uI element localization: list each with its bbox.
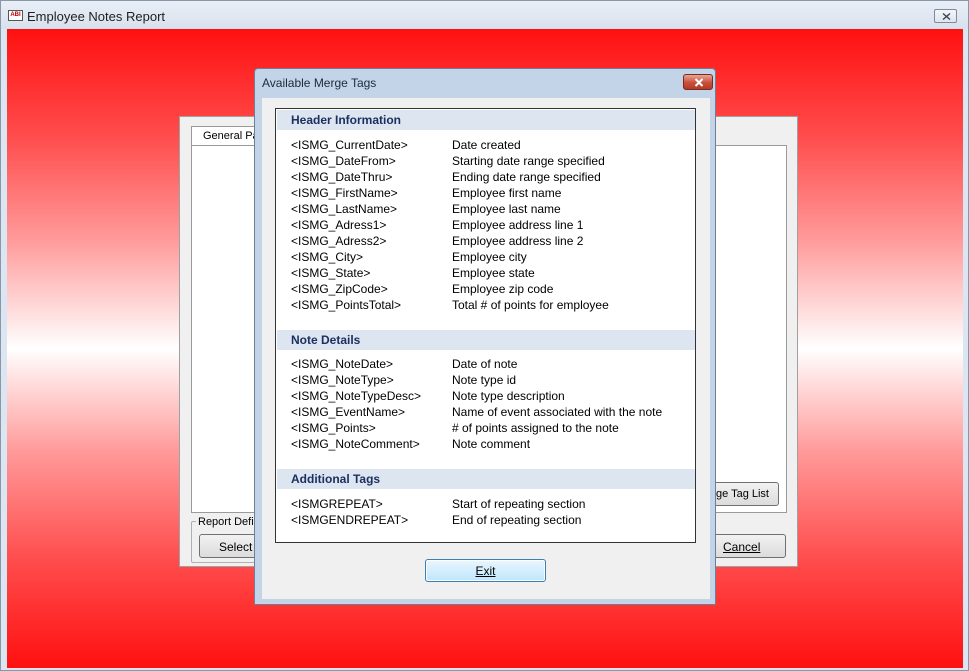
tag-description: Total # of points for employee (452, 298, 609, 312)
close-icon (942, 13, 951, 20)
tag-description: Note comment (452, 437, 531, 451)
section-header-information: Header Information (277, 110, 695, 130)
tag-description: # of points assigned to the note (452, 421, 619, 435)
tag-row: <ISMG_PointsTotal> Total # of points for … (291, 298, 691, 314)
tag-name: <ISMG_NoteTypeDesc> (291, 389, 422, 403)
tag-description: Employee last name (452, 202, 561, 216)
tag-description: Start of repeating section (452, 497, 586, 511)
tag-name: <ISMG_CurrentDate> (291, 138, 408, 152)
app-logo-icon: ABI (8, 10, 23, 21)
tag-description: Employee zip code (452, 282, 554, 296)
tag-name: <ISMG_DateThru> (291, 170, 393, 184)
tag-description: Employee first name (452, 186, 562, 200)
report-definition-label: Report Defin (196, 516, 256, 528)
close-icon (694, 78, 704, 87)
tag-row: <ISMG_LastName> Employee last name (291, 202, 691, 218)
tag-name: <ISMG_ZipCode> (291, 282, 388, 296)
tag-description: Note type id (452, 373, 517, 387)
tag-row: <ISMG_NoteTypeDesc> Note type description (291, 389, 691, 405)
tag-name: <ISMG_Adress1> (291, 218, 387, 232)
dialog-title: Available Merge Tags (262, 76, 377, 90)
window-close-button[interactable] (934, 9, 957, 23)
tag-name: <ISMG_LastName> (291, 202, 398, 216)
tag-description: Employee address line 1 (452, 218, 584, 232)
tag-row: <ISMG_DateThru> Ending date range specifi… (291, 170, 691, 186)
main-window: ABI Employee Notes Report General Pa ge … (0, 0, 969, 671)
section-note-details: Note Details (277, 330, 695, 350)
tag-row: <ISMGENDREPEAT> End of repeating section (291, 513, 691, 529)
tag-description: Date of note (452, 357, 518, 371)
tag-description: Note type description (452, 389, 565, 403)
tag-description: End of repeating section (452, 513, 582, 527)
tag-row: <ISMG_State> Employee state (291, 266, 691, 282)
dialog-close-button[interactable] (683, 74, 713, 90)
tag-row: <ISMG_Points> # of points assigned to the… (291, 421, 691, 437)
tag-name: <ISMG_Adress2> (291, 234, 387, 248)
tag-name: <ISMG_City> (291, 250, 364, 264)
tag-description: Starting date range specified (452, 154, 605, 168)
tag-name: <ISMG_EventName> (291, 405, 406, 419)
tag-row: <ISMG_ZipCode> Employee zip code (291, 282, 691, 298)
cancel-button[interactable]: Cancel (709, 534, 786, 558)
tag-name: <ISMG_State> (291, 266, 371, 280)
tag-description: Employee address line 2 (452, 234, 584, 248)
tag-name: <ISMG_NoteComment> (291, 437, 420, 451)
tag-description: Name of event associated with the note (452, 405, 663, 419)
tag-name: <ISMG_NoteType> (291, 373, 394, 387)
tag-row: <ISMGREPEAT> Start of repeating section (291, 497, 691, 513)
tag-name: <ISMG_FirstName> (291, 186, 398, 200)
tag-row: <ISMG_DateFrom> Starting date range speci… (291, 154, 691, 170)
tag-row: <ISMG_Adress1> Employee address line 1 (291, 218, 691, 234)
tag-name: <ISMG_NoteDate> (291, 357, 394, 371)
tag-row: <ISMG_NoteType> Note type id (291, 373, 691, 389)
tag-name: <ISMG_DateFrom> (291, 154, 396, 168)
tag-row: <ISMG_Adress2> Employee address line 2 (291, 234, 691, 250)
tag-row: <ISMG_NoteComment> Note comment (291, 437, 691, 453)
merge-tag-list: Header Information <ISMG_CurrentDate> Dat… (275, 108, 696, 543)
tag-description: Employee state (452, 266, 535, 280)
title-bar[interactable]: ABI Employee Notes Report (1, 1, 968, 29)
tag-name: <ISMG_PointsTotal> (291, 298, 402, 312)
tag-description: Ending date range specified (452, 170, 601, 184)
window-title: Employee Notes Report (27, 9, 166, 24)
tag-row: <ISMG_NoteDate> Date of note (291, 357, 691, 373)
section-additional-tags: Additional Tags (277, 469, 695, 489)
tag-name: <ISMGREPEAT> (291, 497, 383, 511)
exit-button[interactable]: Exit (425, 559, 546, 582)
tag-description: Date created (452, 138, 521, 152)
tag-name: <ISMGENDREPEAT> (291, 513, 409, 527)
merge-tags-dialog: Available Merge Tags Header Information … (254, 68, 716, 605)
tag-row: <ISMG_FirstName> Employee first name (291, 186, 691, 202)
tag-description: Employee city (452, 250, 527, 264)
dialog-body: Header Information <ISMG_CurrentDate> Dat… (262, 98, 710, 599)
exit-button-label: Exit (475, 564, 496, 578)
tag-row: <ISMG_EventName> Name of event associated… (291, 405, 691, 421)
tag-row: <ISMG_City> Employee city (291, 250, 691, 266)
tag-name: <ISMG_Points> (291, 421, 376, 435)
tag-row: <ISMG_CurrentDate> Date created (291, 138, 691, 154)
